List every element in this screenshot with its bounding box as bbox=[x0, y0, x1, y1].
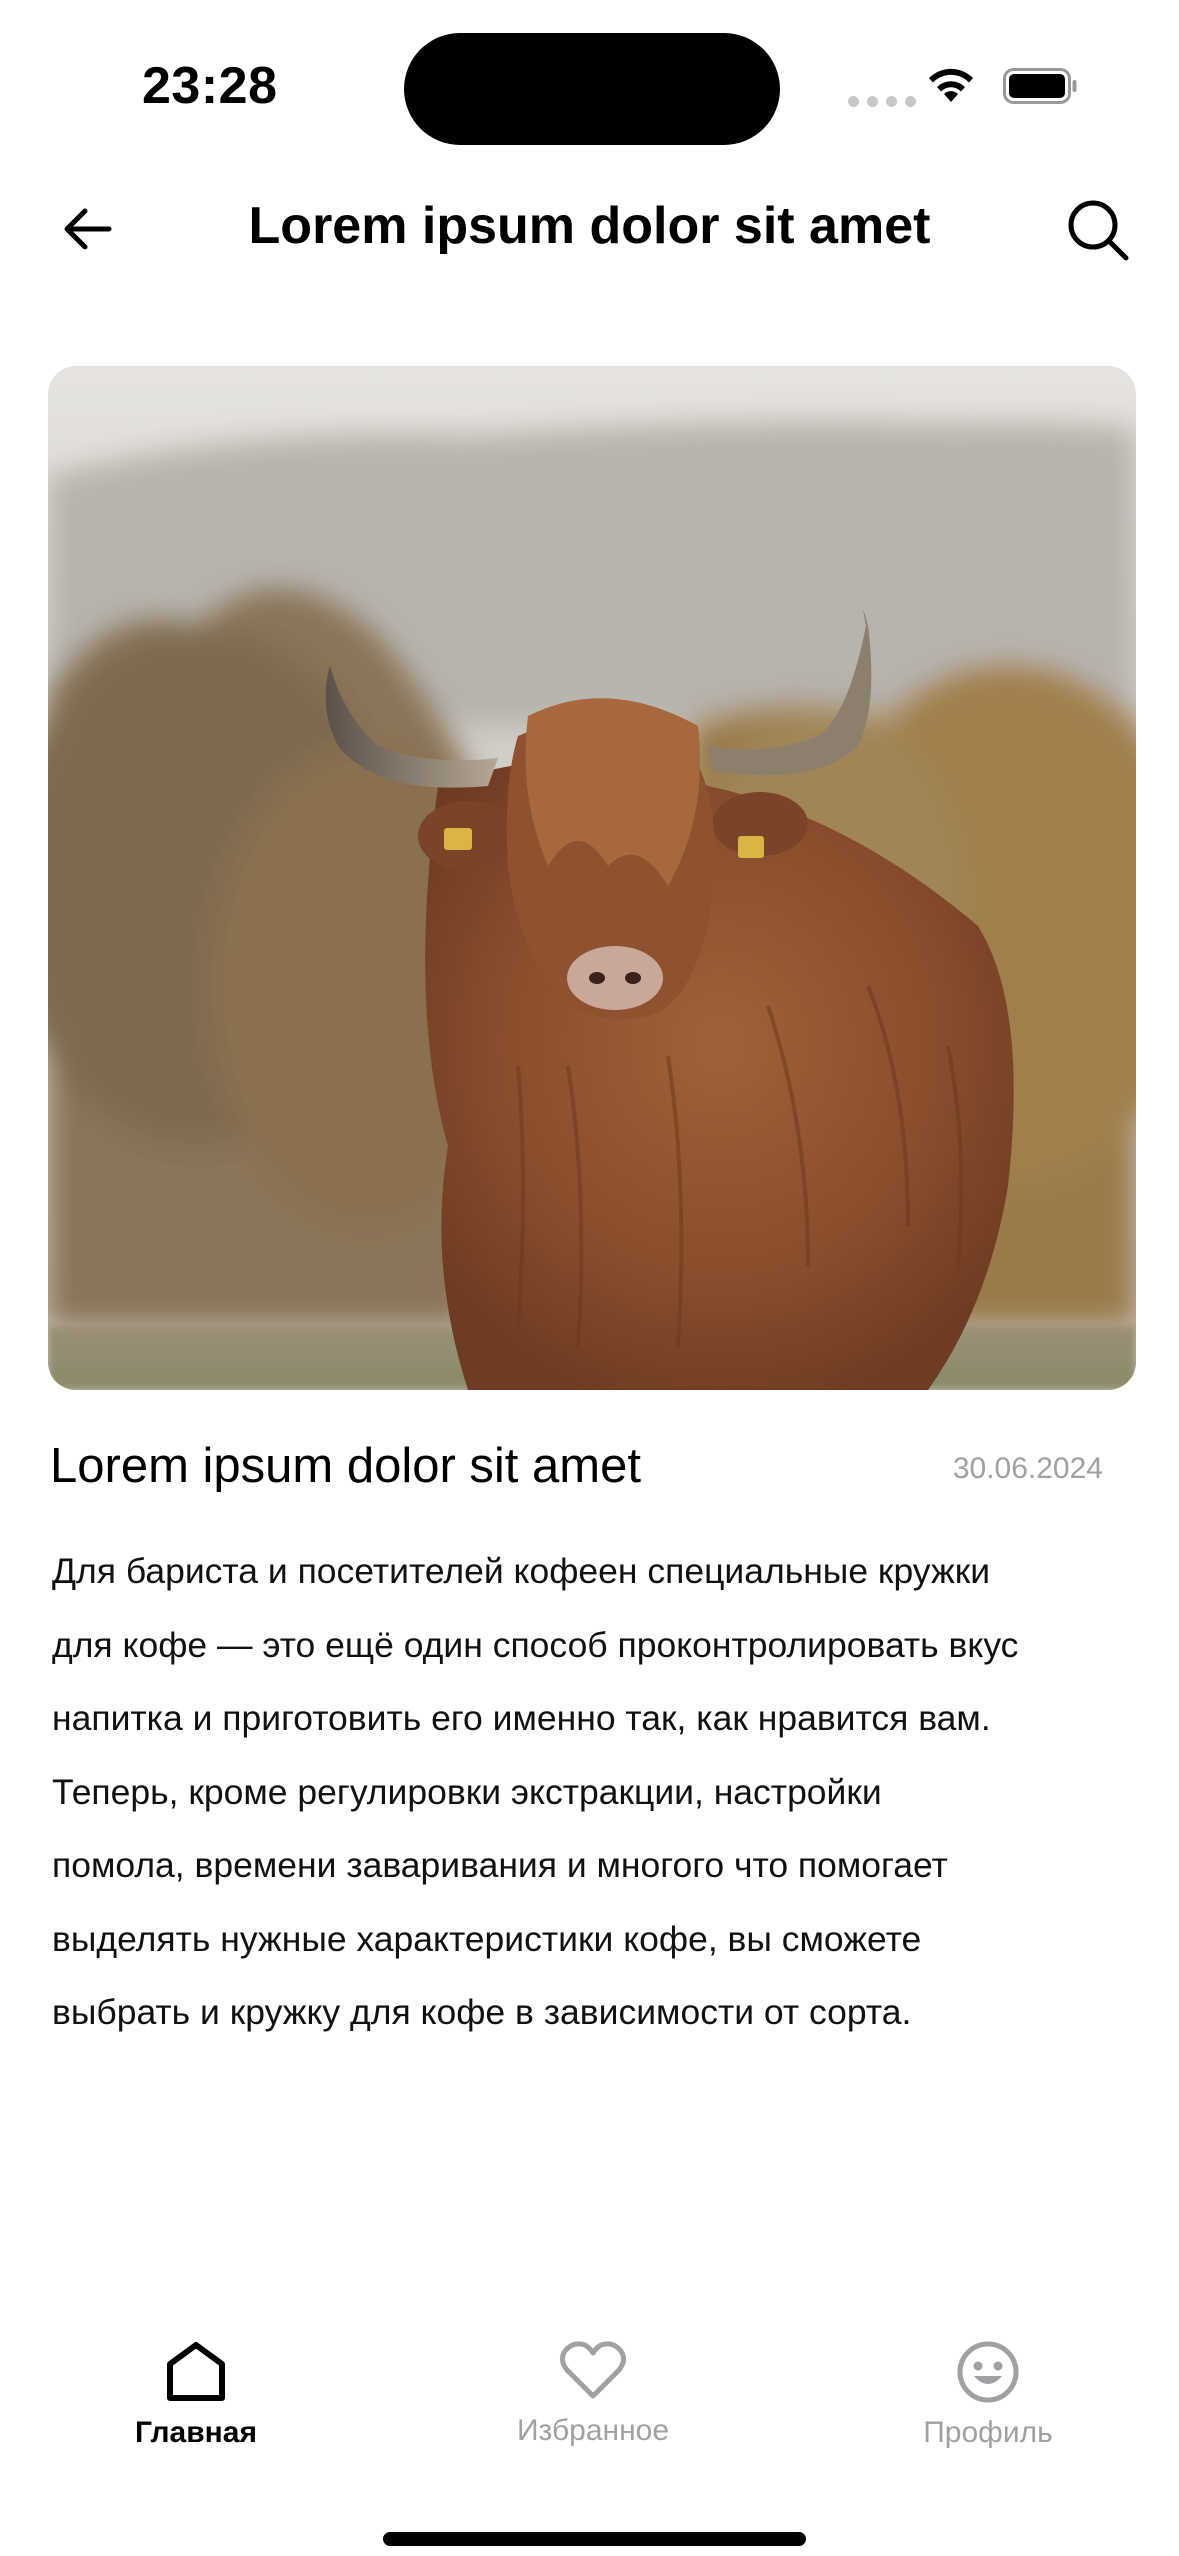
article-body-line: напитка и приготовить его именно так, ка… bbox=[52, 1698, 991, 1738]
article-body-line: Для бариста и посетителей кофеен специал… bbox=[52, 1551, 991, 1591]
article-date: 30.06.2024 bbox=[952, 1452, 1103, 1485]
tab-favorites-label: Избранное bbox=[516, 2414, 670, 2447]
tab-home[interactable]: Главная bbox=[66, 2340, 326, 2450]
wifi-icon bbox=[929, 68, 973, 102]
article-body-line: Теперь, кроме регулировки экстракции, на… bbox=[52, 1771, 882, 1812]
tab-profile[interactable]: Профиль bbox=[858, 2340, 1118, 2450]
cellular-signal-icon bbox=[848, 96, 916, 107]
home-indicator[interactable] bbox=[383, 2532, 806, 2546]
article-body-line: выделять нужные характеристики кофе, вы … bbox=[52, 1918, 922, 1959]
article-image bbox=[48, 366, 1136, 1390]
page-title: Lorem ipsum dolor sit amet bbox=[248, 197, 931, 255]
status-time: 23:28 bbox=[142, 57, 278, 115]
smiley-icon bbox=[957, 2341, 1019, 2403]
home-icon bbox=[167, 2342, 225, 2401]
article-title: Lorem ipsum dolor sit amet bbox=[50, 1439, 641, 1493]
status-bar: 23:28 bbox=[0, 0, 1179, 170]
article-body-line: помола, времени заваривания и многого чт… bbox=[52, 1845, 948, 1885]
tab-profile-label: Профиль bbox=[923, 2416, 1053, 2449]
search-button[interactable] bbox=[1060, 192, 1136, 268]
search-icon bbox=[1068, 200, 1129, 261]
article-body-line: выбрать и кружку для кофе в зависимости … bbox=[52, 1992, 912, 2032]
article-body-line: для кофе — это ещё один способ проконтро… bbox=[52, 1624, 1019, 1665]
highland-cow-photo bbox=[48, 366, 1136, 1390]
tab-bar: Главная Избранное Профиль bbox=[0, 2320, 1179, 2480]
tab-favorites[interactable]: Избранное bbox=[463, 2340, 723, 2448]
nav-header: Lorem ipsum dolor sit amet bbox=[0, 170, 1179, 290]
dynamic-island bbox=[404, 33, 780, 145]
battery-icon bbox=[1003, 68, 1077, 104]
article-body: Для бариста и посетителей кофеен специал… bbox=[52, 1535, 1132, 2050]
tab-home-label: Главная bbox=[134, 2416, 257, 2449]
heart-icon bbox=[559, 2341, 627, 2399]
